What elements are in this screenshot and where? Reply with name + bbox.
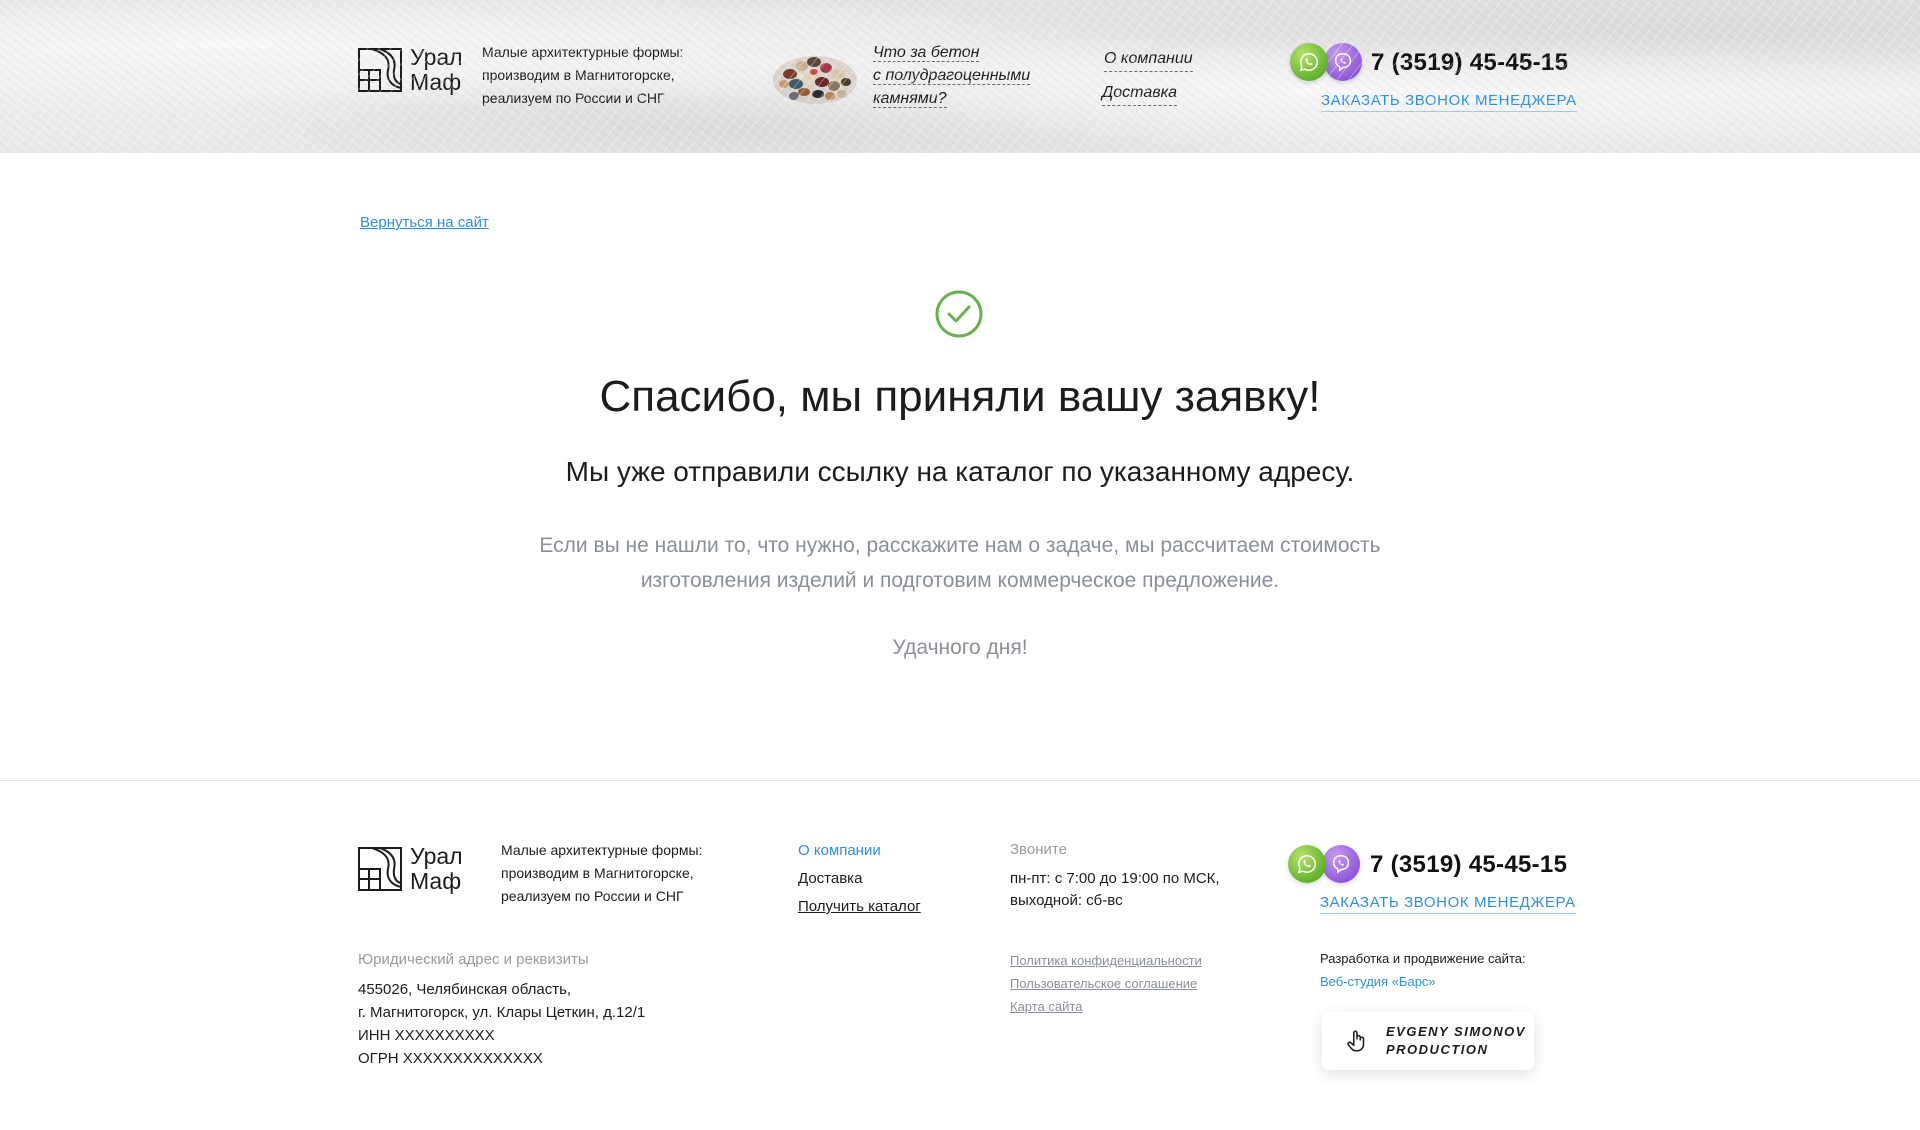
footer-phone[interactable]: 7 (3519) 45-45-15	[1370, 851, 1567, 879]
stones-image	[773, 56, 857, 104]
logo-mark-icon	[358, 48, 402, 92]
tagline-line: производим в Магнитогорске,	[482, 67, 675, 83]
header-callback-button[interactable]: Заказать звонок менеджера	[1321, 92, 1577, 112]
footer-call-label: Звоните	[1010, 841, 1067, 858]
messenger-links	[1290, 43, 1362, 81]
back-to-site-link[interactable]: Вернуться на сайт	[360, 214, 489, 231]
footer-nav-delivery[interactable]: Доставка	[798, 870, 862, 887]
info-line: Если вы не нашли то, что нужно, расскажи…	[539, 534, 1381, 557]
info-text: Если вы не нашли то, что нужно, расскажи…	[510, 528, 1410, 598]
nav-about[interactable]: О компании	[1104, 50, 1193, 72]
logo-text: Урал Маф	[410, 45, 463, 95]
promo-line: с полудрагоценными	[873, 67, 1031, 85]
badge-line: Evgeny Simonov	[1386, 1024, 1526, 1039]
designer-badge[interactable]: Evgeny Simonov Production	[1322, 1012, 1534, 1070]
logo-line-2: Маф	[410, 868, 462, 894]
tagline-line: реализуем по России и СНГ	[501, 888, 684, 904]
logo-text: Урал Маф	[410, 844, 463, 894]
logo-line-1: Урал	[410, 44, 463, 70]
hours-line: пн-пт: с 7:00 до 19:00 по МСК,	[1010, 870, 1220, 887]
whatsapp-icon[interactable]	[1290, 43, 1328, 81]
footer-callback-button[interactable]: Заказать звонок менеджера	[1320, 894, 1576, 914]
logo-mark-icon	[358, 847, 402, 891]
logo-line-1: Урал	[410, 843, 463, 869]
info-line: изготовления изделий и подготовим коммер…	[640, 569, 1280, 592]
promo-link[interactable]: Что за бетон с полудрагоценными камнями?	[873, 41, 1048, 110]
tagline-line: производим в Магнитогорске,	[501, 865, 694, 881]
footer-nav-about[interactable]: О компании	[798, 842, 881, 859]
site-header: Урал Маф Малые архитектурные формы: прои…	[0, 0, 1920, 153]
check-circle-icon	[935, 290, 983, 338]
legal-line: г. Магнитогорск, ул. Клары Цеткин, д.12/…	[358, 1004, 646, 1021]
tagline-line: реализуем по России и СНГ	[482, 90, 665, 106]
user-agreement-link[interactable]: Пользовательское соглашение	[1010, 976, 1197, 991]
footer-logo[interactable]: Урал Маф	[358, 844, 463, 894]
badge-line: Production	[1386, 1042, 1489, 1057]
page-subtitle: Мы уже отправили ссылку на каталог по ук…	[565, 456, 1355, 487]
whatsapp-icon[interactable]	[1288, 845, 1326, 883]
badge-text: Evgeny Simonov Production	[1386, 1023, 1526, 1059]
viber-icon[interactable]	[1324, 43, 1362, 81]
footer-nav-catalog[interactable]: Получить каталог	[798, 898, 921, 915]
legal-label: Юридический адрес и реквизиты	[358, 951, 589, 968]
promo-line: Что за бетон	[873, 44, 980, 62]
legal-line: ОГРН XXXXXXXXXXXXXX	[358, 1050, 543, 1067]
footer-tagline: Малые архитектурные формы: производим в …	[501, 839, 702, 908]
header-logo[interactable]: Урал Маф	[358, 45, 463, 95]
header-tagline: Малые архитектурные формы: производим в …	[482, 41, 683, 110]
hours-line: выходной: сб-вс	[1010, 892, 1123, 909]
legal-details: 455026, Челябинская область, г. Магнитог…	[358, 978, 645, 1070]
legal-line: ИНН XXXXXXXXXX	[358, 1027, 495, 1044]
promo-line: камнями?	[873, 90, 947, 108]
privacy-policy-link[interactable]: Политика конфиденциальности	[1010, 953, 1202, 968]
header-phone[interactable]: 7 (3519) 45-45-15	[1371, 49, 1568, 77]
footer-messenger-links	[1288, 845, 1360, 883]
hand-pointer-icon	[1347, 1030, 1365, 1052]
footer-divider	[0, 780, 1920, 781]
logo-line-2: Маф	[410, 69, 462, 95]
dev-label: Разработка и продвижение сайта:	[1320, 951, 1526, 966]
legal-line: 455026, Челябинская область,	[358, 981, 572, 998]
nav-delivery[interactable]: Доставка	[1102, 84, 1178, 106]
tagline-line: Малые архитектурные формы:	[482, 44, 684, 60]
dev-studio-link[interactable]: Веб-студия «Барс»	[1320, 974, 1436, 989]
page-title: Спасибо, мы приняли вашу заявку!	[599, 372, 1321, 421]
farewell-text: Удачного дня!	[892, 636, 1028, 659]
tagline-line: Малые архитектурные формы:	[501, 842, 703, 858]
sitemap-link[interactable]: Карта сайта	[1010, 999, 1082, 1014]
footer-hours: пн-пт: с 7:00 до 19:00 по МСК, выходной:…	[1010, 868, 1220, 912]
viber-icon[interactable]	[1322, 845, 1360, 883]
